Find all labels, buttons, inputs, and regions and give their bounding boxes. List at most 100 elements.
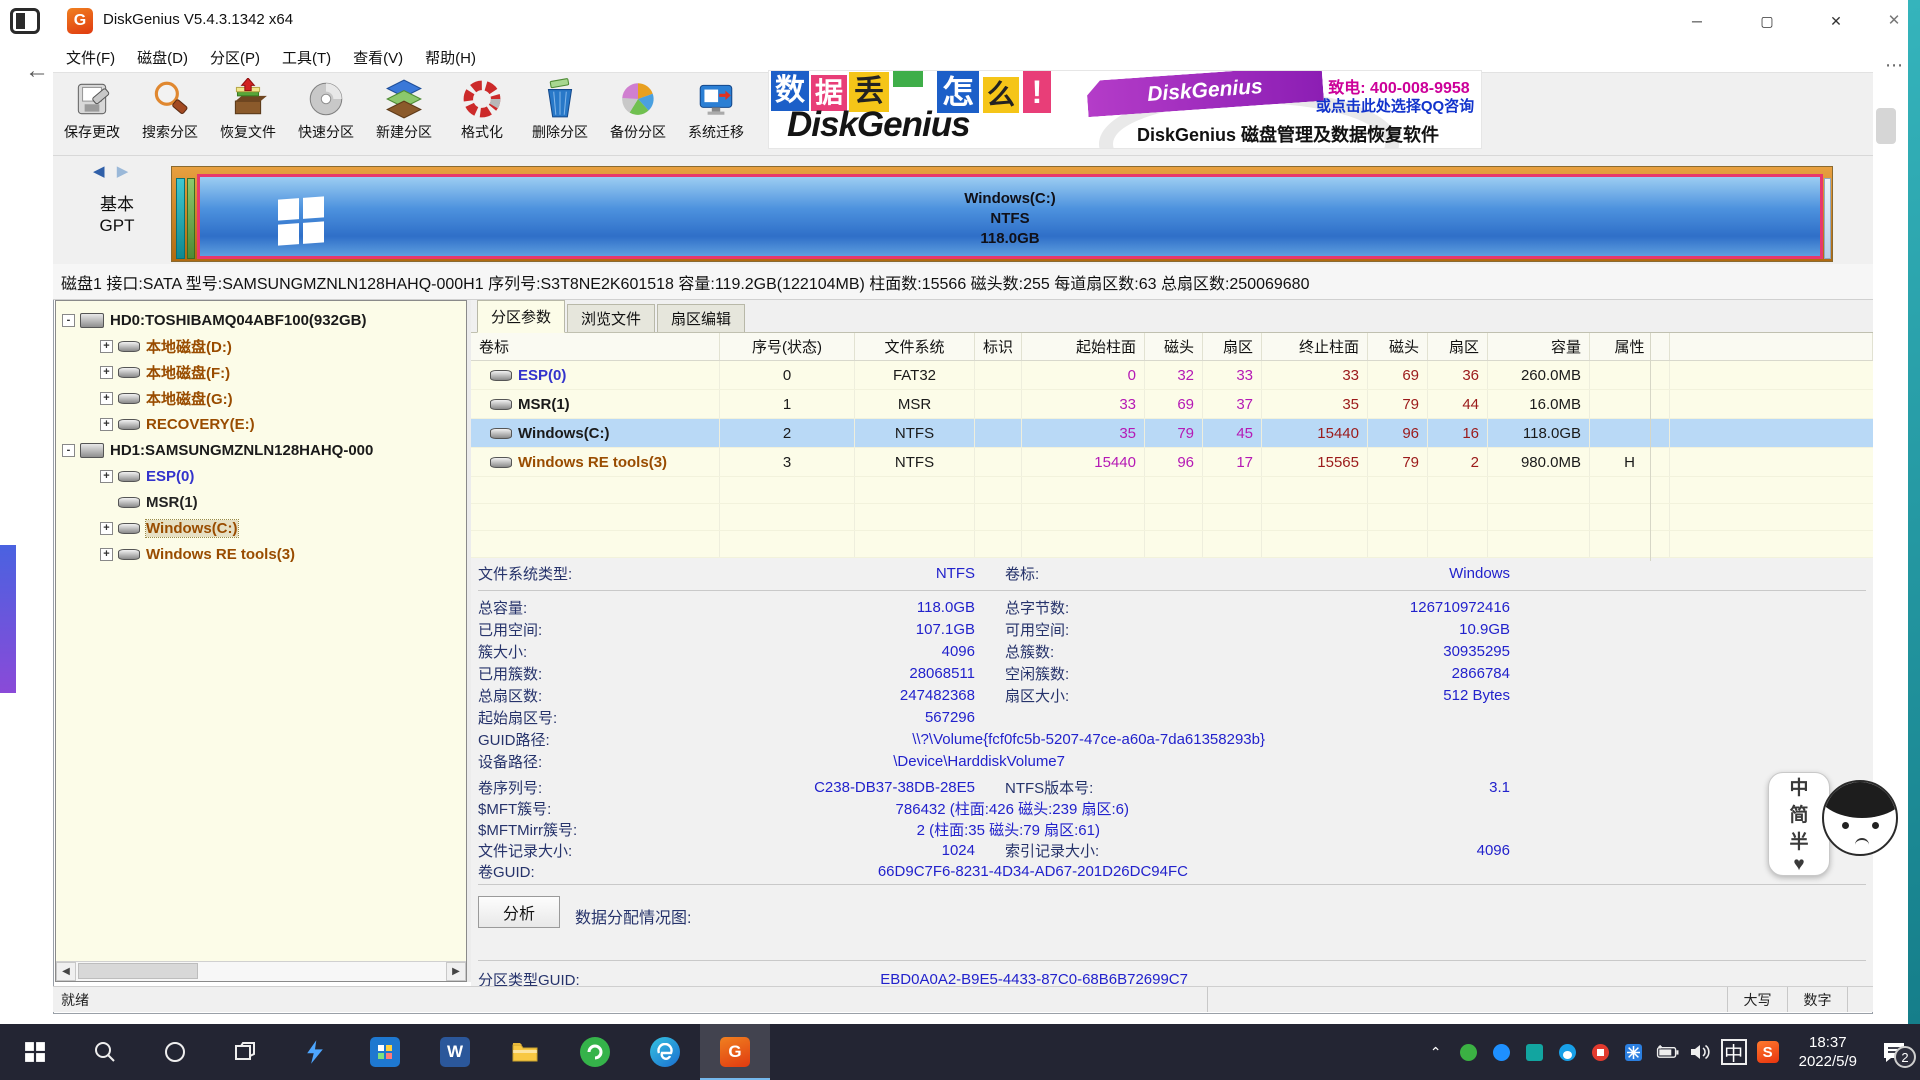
column-header[interactable]: 起始柱面	[1022, 333, 1145, 360]
tree-item[interactable]: +本地磁盘(D:)	[56, 333, 466, 359]
scrollbar-thumb[interactable]	[78, 963, 198, 979]
maximize-button[interactable]: ▢	[1741, 0, 1793, 42]
format-button[interactable]: 格式化	[443, 73, 521, 155]
disk-map[interactable]: Windows(C:) NTFS 118.0GB	[171, 166, 1833, 262]
store-button[interactable]	[350, 1024, 420, 1080]
column-header[interactable]: 卷标	[471, 333, 720, 360]
scroll-left-arrow-icon[interactable]: ◀	[56, 962, 76, 981]
column-header[interactable]: 磁头	[1368, 333, 1428, 360]
backup-partition-button[interactable]: 备份分区	[599, 73, 677, 155]
new-partition-button[interactable]: 新建分区	[365, 73, 443, 155]
column-header[interactable]: 文件系统	[855, 333, 975, 360]
browser-green-button[interactable]	[560, 1024, 630, 1080]
tree-toggle-icon[interactable]: +	[100, 548, 113, 561]
task-view-button[interactable]	[210, 1024, 280, 1080]
background-more-icon[interactable]: ⋯	[1878, 52, 1910, 78]
edge-button[interactable]	[630, 1024, 700, 1080]
back-arrow-icon[interactable]: ←	[22, 56, 52, 86]
menu-partition[interactable]: 分区(P)	[199, 42, 271, 72]
search-partition-button[interactable]: 搜索分区	[131, 73, 209, 155]
start-button[interactable]	[0, 1024, 70, 1080]
menu-file[interactable]: 文件(F)	[55, 42, 126, 72]
column-header[interactable]: 序号(状态)	[720, 333, 855, 360]
background-scrollbar-thumb[interactable]	[1876, 108, 1896, 144]
tree-toggle-icon[interactable]: +	[100, 340, 113, 353]
scroll-right-arrow-icon[interactable]: ▶	[446, 962, 466, 981]
tree-toggle-icon[interactable]: +	[100, 522, 113, 535]
column-header[interactable]: 扇区	[1428, 333, 1488, 360]
column-header[interactable]: 属性	[1590, 333, 1670, 360]
close-button[interactable]: ✕	[1810, 0, 1862, 42]
tray-red-icon[interactable]	[1589, 1040, 1613, 1064]
tree-toggle-icon[interactable]: +	[100, 366, 113, 379]
tree-hscrollbar[interactable]: ◀ ▶	[56, 961, 466, 981]
column-header[interactable]: 标识	[975, 333, 1022, 360]
column-header[interactable]: 容量	[1488, 333, 1590, 360]
taskbar-search-button[interactable]	[70, 1024, 140, 1080]
save-changes-button[interactable]: 保存更改	[53, 73, 131, 155]
column-header[interactable]: 扇区	[1203, 333, 1262, 360]
table-row[interactable]: MSR(1)1MSR33693735794416.0MB	[471, 390, 1873, 419]
tree-item[interactable]: -HD0:TOSHIBAMQ04ABF100(932GB)	[56, 307, 466, 333]
tray-teal-icon[interactable]	[1523, 1040, 1547, 1064]
tree-item[interactable]: +Windows RE tools(3)	[56, 541, 466, 567]
menu-help[interactable]: 帮助(H)	[414, 42, 487, 72]
tab-browse-files[interactable]: 浏览文件	[567, 304, 655, 332]
taskbar-clock[interactable]: 18:37 2022/5/9	[1789, 1033, 1867, 1071]
notification-center-button[interactable]: 2	[1876, 1034, 1912, 1070]
partition-re-segment[interactable]	[1824, 178, 1831, 259]
tree-item[interactable]: +Windows(C:)	[56, 515, 466, 541]
cortana-button[interactable]	[140, 1024, 210, 1080]
column-header[interactable]: 终止柱面	[1262, 333, 1368, 360]
ad-banner[interactable]: 数 据 丢 怎 么 ! DiskGenius DiskGenius 致电: 40…	[768, 70, 1482, 149]
snowflake-icon[interactable]	[1622, 1040, 1646, 1064]
partition-esp-segment[interactable]	[176, 178, 185, 259]
partition-msr-segment[interactable]	[187, 178, 195, 259]
word-button[interactable]: W	[420, 1024, 490, 1080]
scrollbar-track[interactable]	[76, 962, 446, 981]
tree-toggle-icon[interactable]: +	[100, 392, 113, 405]
tray-qq-icon[interactable]	[1556, 1040, 1580, 1064]
speaker-icon[interactable]	[1688, 1040, 1712, 1064]
tab-partition-params[interactable]: 分区参数	[477, 300, 565, 333]
tree-toggle-icon[interactable]: +	[100, 418, 113, 431]
tree-toggle-icon[interactable]: -	[62, 444, 75, 457]
tree-item[interactable]: +ESP(0)	[56, 463, 466, 489]
tree-toggle-icon[interactable]: +	[100, 470, 113, 483]
tree-item[interactable]: -HD1:SAMSUNGMZNLN128HAHQ-000	[56, 437, 466, 463]
analyze-button[interactable]: 分析	[478, 896, 560, 928]
menu-tools[interactable]: 工具(T)	[271, 42, 342, 72]
quick-partition-button[interactable]: 快速分区	[287, 73, 365, 155]
recover-files-button[interactable]: 恢复文件	[209, 73, 287, 155]
system-migration-button[interactable]: 系统迁移	[677, 73, 755, 155]
tree-toggle-icon[interactable]: -	[62, 314, 75, 327]
delete-partition-button[interactable]: 删除分区	[521, 73, 599, 155]
tray-green-icon[interactable]	[1457, 1040, 1481, 1064]
tree-item[interactable]: +本地磁盘(G:)	[56, 385, 466, 411]
column-header[interactable]: 磁头	[1145, 333, 1203, 360]
tree-item[interactable]: +本地磁盘(F:)	[56, 359, 466, 385]
minimize-button[interactable]: ─	[1671, 0, 1723, 42]
diskgenius-taskbar-button[interactable]: G	[700, 1024, 770, 1080]
table-row[interactable]: ESP(0)0FAT3203233336936260.0MB	[471, 361, 1873, 390]
banner-back-icon[interactable]: ◀	[93, 163, 105, 180]
tree-item[interactable]: MSR(1)	[56, 489, 466, 515]
ime-float-widget[interactable]: 中 简 半 ♥	[1768, 766, 1908, 882]
battery-icon[interactable]	[1655, 1040, 1679, 1064]
tray-expand-icon[interactable]: ⌃	[1424, 1040, 1448, 1064]
table-row[interactable]: Windows RE tools(3)3NTFS1544096171556579…	[471, 448, 1873, 477]
sogou-icon[interactable]: S	[1756, 1040, 1780, 1064]
table-row[interactable]: Windows(C:)2NTFS357945154409616118.0GB	[471, 419, 1873, 448]
ime-indicator[interactable]: 中	[1721, 1039, 1747, 1065]
background-close-icon[interactable]: ✕	[1878, 6, 1910, 36]
banner-forward-icon[interactable]: ▶	[117, 163, 129, 180]
tray-blue-icon[interactable]	[1490, 1040, 1514, 1064]
partition-windows-segment[interactable]: Windows(C:) NTFS 118.0GB	[197, 174, 1823, 259]
menu-disk[interactable]: 磁盘(D)	[126, 42, 199, 72]
tab-sector-edit[interactable]: 扇区编辑	[657, 304, 745, 332]
ime-status-pill[interactable]: 中 简 半 ♥	[1768, 772, 1830, 876]
app-bolt-button[interactable]	[280, 1024, 350, 1080]
ad-qq-link[interactable]: 或点击此处选择QQ咨询	[1309, 95, 1481, 116]
menu-view[interactable]: 查看(V)	[342, 42, 414, 72]
tree-item[interactable]: +RECOVERY(E:)	[56, 411, 466, 437]
